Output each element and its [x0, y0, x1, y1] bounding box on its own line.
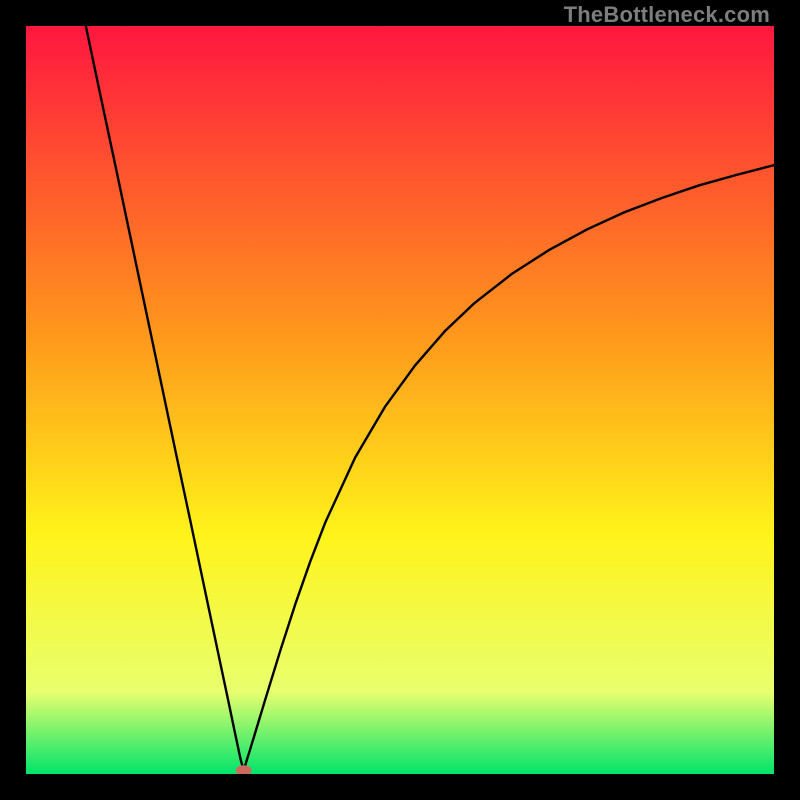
gradient-background	[26, 26, 774, 774]
chart-svg	[26, 26, 774, 774]
chart-frame	[26, 26, 774, 774]
watermark-text: TheBottleneck.com	[564, 2, 770, 28]
